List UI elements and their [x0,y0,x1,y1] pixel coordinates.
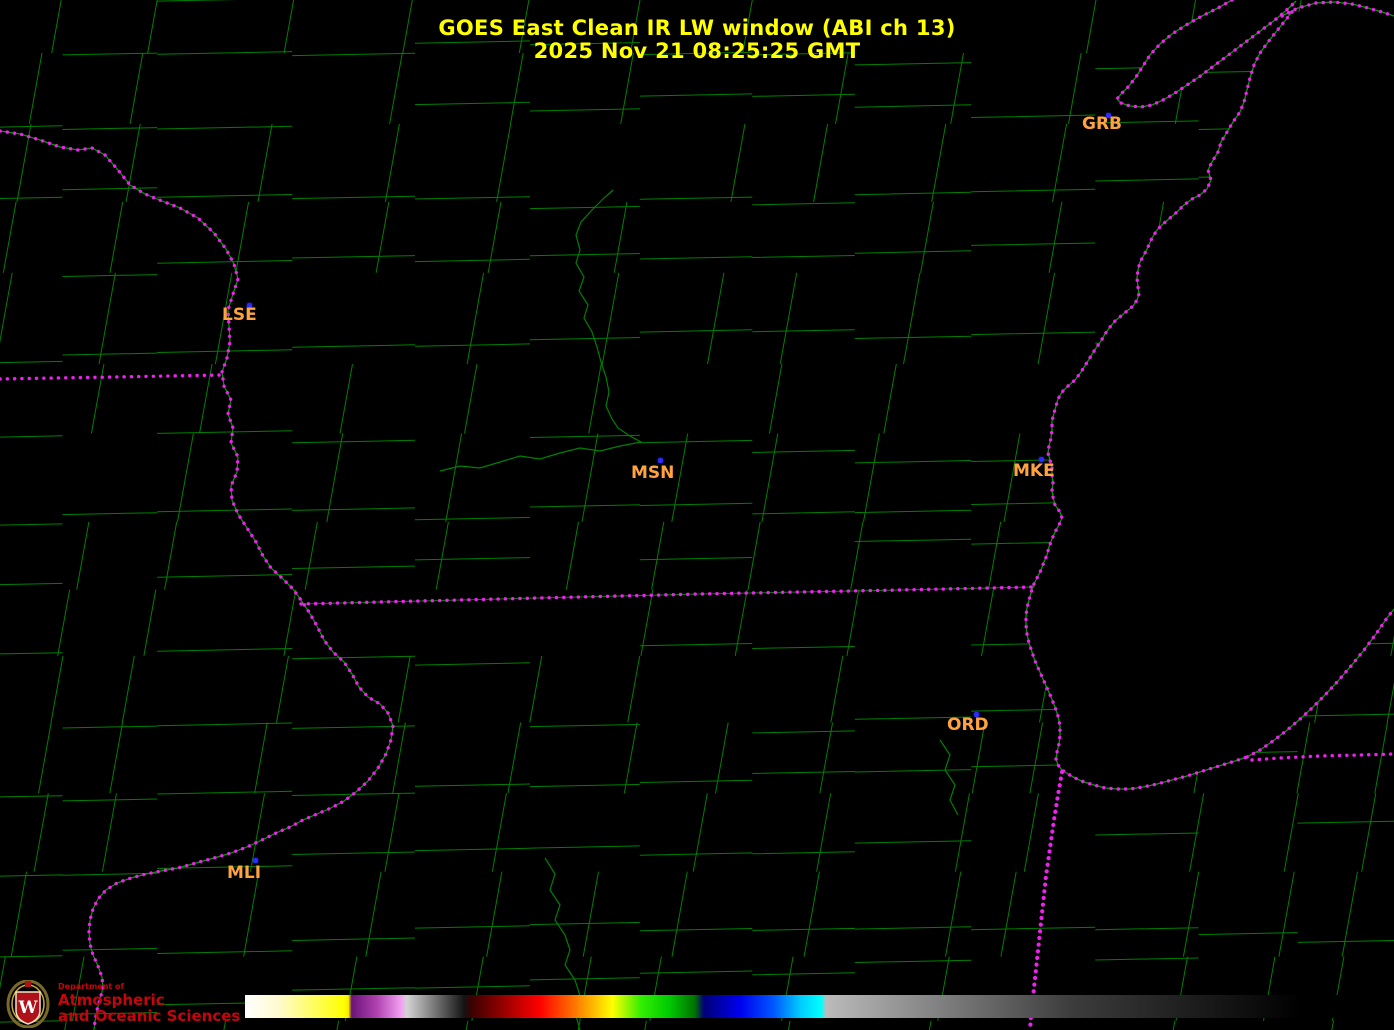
station-label-mli: MLI [227,865,261,882]
map-canvas [0,0,1394,1030]
river-lines [0,131,958,1030]
ir-temperature-colorbar [245,995,1345,1018]
uw-crest-icon: W [6,980,50,1028]
logo-dept-line: Department of [58,983,240,991]
station-label-ord: ORD [947,717,989,734]
logo-name-line2: and Oceanic Sciences [58,1009,240,1025]
station-label-mke: MKE [1013,463,1055,480]
station-label-lse: LSE [222,307,257,324]
svg-text:W: W [17,998,38,1018]
station-label-grb: GRB [1082,116,1122,133]
uw-aos-logo: W Department of Atmospheric and Oceanic … [6,980,240,1028]
station-label-msn: MSN [631,465,674,482]
satellite-map-stage: GOES East Clean IR LW window (ABI ch 13)… [0,0,1394,1030]
